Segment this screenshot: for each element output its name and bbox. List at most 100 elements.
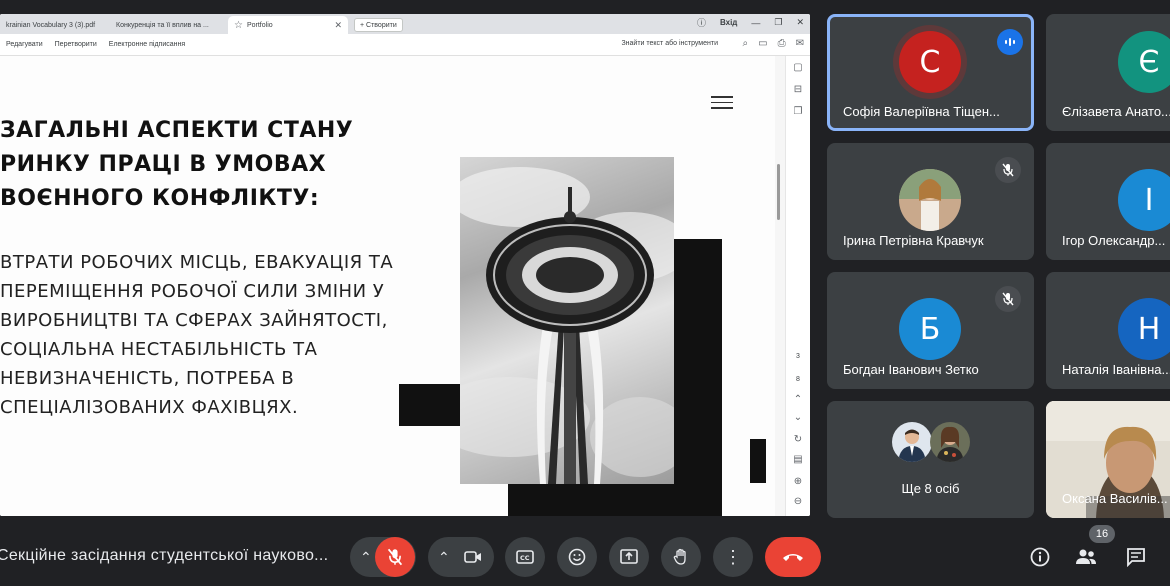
camera-toggle-button[interactable]: [453, 537, 493, 577]
tab-portfolio[interactable]: ☆ Portfolio ✕: [228, 16, 348, 34]
browser-tab-bar: krainian Vocabulary 3 (3).pdf Конкуренці…: [0, 14, 810, 34]
save-icon[interactable]: ▭: [758, 38, 767, 49]
participant-tile[interactable]: С Софія Валеріївна Тіщен...: [827, 14, 1034, 131]
login-button[interactable]: Вхід: [720, 18, 737, 27]
speaking-indicator-icon: [997, 29, 1023, 55]
find-tools-input[interactable]: Знайти текст або інструменти: [621, 40, 718, 47]
pdf-slide: ЗАГАЛЬНІ АСПЕКТИ СТАНУ РИНКУ ПРАЦІ В УМО…: [0, 56, 775, 516]
captions-button[interactable]: CC: [505, 537, 545, 577]
more-participants-tile[interactable]: Ще 8 осіб: [827, 401, 1034, 518]
participant-name: Оксана Василів...: [1062, 491, 1168, 506]
participant-name: Богдан Іванович Зетко: [843, 362, 979, 377]
slide-body: ВТРАТИ РОБОЧИХ МІСЦЬ, ЕВАКУАЦІЯ ТА ПЕРЕМ…: [0, 252, 394, 418]
minimize-icon[interactable]: —: [751, 18, 760, 28]
avatar: [930, 422, 970, 462]
page-down-icon[interactable]: ⌄: [791, 412, 805, 423]
refresh-icon[interactable]: ↻: [791, 434, 805, 445]
participant-name: Наталія Іванівна...: [1062, 362, 1170, 377]
help-icon[interactable]: ⓘ: [697, 16, 706, 29]
participant-tile[interactable]: Є Єлізавета Анато...: [1046, 14, 1170, 131]
decor-block: [508, 484, 722, 516]
avatar: Б: [899, 298, 961, 360]
reactions-button[interactable]: [557, 537, 597, 577]
raise-hand-icon: [673, 548, 686, 565]
raise-hand-button[interactable]: [661, 537, 701, 577]
leave-call-button[interactable]: [765, 537, 821, 577]
pdf-scrollbar[interactable]: [775, 56, 785, 516]
decor-block: [750, 439, 766, 483]
hang-up-icon: [783, 554, 803, 561]
chat-button[interactable]: [1120, 541, 1152, 573]
people-button[interactable]: [1070, 541, 1102, 573]
video-camera-icon: [464, 551, 481, 563]
print-icon[interactable]: ⎙: [778, 38, 786, 49]
bookmark-icon[interactable]: ⊟: [791, 84, 805, 95]
pdf-right-sidebar: ▢ ⊟ ❐ 3 8 ⌃ ⌄ ↻ ▤ ⊕ ⊖: [785, 56, 810, 516]
menu-esign[interactable]: Електронне підписання: [103, 41, 191, 48]
comment-icon[interactable]: ▢: [791, 62, 805, 73]
participant-name: Єлізавета Анато...: [1062, 104, 1170, 119]
muted-mic-icon: [995, 286, 1021, 312]
participant-tile[interactable]: Оксана Василів...: [1046, 401, 1170, 518]
more-participants-label: Ще 8 осіб: [901, 481, 960, 496]
participant-name: Ірина Петрівна Кравчук: [843, 233, 984, 248]
participant-tile[interactable]: Ірина Петрівна Кравчук: [827, 143, 1034, 260]
page-current: 3: [796, 353, 800, 360]
pdf-toolbar: Редагувати Перетворити Електронне підпис…: [0, 34, 810, 56]
star-icon: ☆: [234, 19, 243, 31]
page-total: 8: [796, 376, 800, 383]
close-window-icon[interactable]: ✕: [796, 17, 804, 28]
presented-screen: krainian Vocabulary 3 (3).pdf Конкуренці…: [0, 14, 810, 516]
muted-mic-icon: [995, 157, 1021, 183]
mic-off-icon: [387, 548, 403, 566]
decor-block: [674, 239, 722, 484]
meeting-title: Секційне засідання студентської науково.…: [0, 547, 329, 564]
mic-toggle-button[interactable]: [375, 537, 415, 577]
zoom-in-icon[interactable]: ⊕: [791, 476, 805, 487]
chevron-up-icon: ⌃: [360, 548, 372, 565]
mail-icon[interactable]: ✉: [796, 38, 804, 49]
space-needle-photo: [460, 157, 674, 484]
avatar: С: [899, 31, 961, 93]
participant-name: Ігор Олександр...: [1062, 233, 1166, 248]
participant-tile[interactable]: Б Богдан Іванович Зетко: [827, 272, 1034, 389]
more-options-button[interactable]: ⋮: [713, 537, 753, 577]
avatar: [892, 422, 932, 462]
present-screen-button[interactable]: [609, 537, 649, 577]
chevron-up-icon: ⌃: [438, 548, 450, 565]
people-icon: [1076, 549, 1096, 564]
menu-edit[interactable]: Редагувати: [0, 41, 49, 48]
participant-name: Софія Валеріївна Тіщен...: [843, 104, 1000, 119]
slide-title: ЗАГАЛЬНІ АСПЕКТИ СТАНУ РИНКУ ПРАЦІ В УМО…: [0, 118, 354, 211]
meet-window: krainian Vocabulary 3 (3).pdf Конкуренці…: [0, 0, 1170, 586]
closed-captions-icon: CC: [516, 550, 534, 564]
avatar: І: [1118, 169, 1170, 231]
pdf-toolbar-icons: ⌕ ▭ ⎙ ✉: [743, 38, 804, 49]
participant-tile[interactable]: Н Наталія Іванівна...: [1046, 272, 1170, 389]
close-icon[interactable]: ✕: [328, 20, 342, 31]
document-icon[interactable]: ▤: [791, 454, 805, 465]
tab-label: Конкуренція та її вплив на ...: [116, 21, 209, 29]
emoji-icon: [568, 548, 586, 566]
tab-label: krainian Vocabulary 3 (3).pdf: [6, 21, 96, 29]
page-up-icon[interactable]: ⌃: [791, 394, 805, 405]
avatar: [899, 169, 961, 231]
more-vert-icon: ⋮: [724, 547, 742, 567]
meeting-info-button[interactable]: [1024, 541, 1056, 573]
window-controls: ⓘ Вхід — ❐ ✕: [697, 16, 804, 29]
restore-icon[interactable]: ❐: [774, 17, 782, 28]
tab-label: Portfolio: [246, 21, 273, 29]
info-icon: [1030, 547, 1050, 567]
search-icon[interactable]: ⌕: [743, 38, 749, 49]
avatar: Н: [1118, 298, 1170, 360]
svg-text:CC: CC: [520, 554, 530, 562]
zoom-out-icon[interactable]: ⊖: [791, 496, 805, 507]
tab-vocabulary-pdf[interactable]: krainian Vocabulary 3 (3).pdf: [0, 16, 110, 34]
chat-icon: [1127, 548, 1145, 567]
copy-icon[interactable]: ❐: [791, 106, 805, 117]
scrollbar-thumb[interactable]: [777, 164, 780, 220]
tab-competition[interactable]: Конкуренція та її вплив на ...: [110, 16, 228, 34]
menu-convert[interactable]: Перетворити: [49, 41, 103, 48]
new-tab-button[interactable]: + Створити: [354, 18, 403, 32]
participant-tile[interactable]: І Ігор Олександр...: [1046, 143, 1170, 260]
